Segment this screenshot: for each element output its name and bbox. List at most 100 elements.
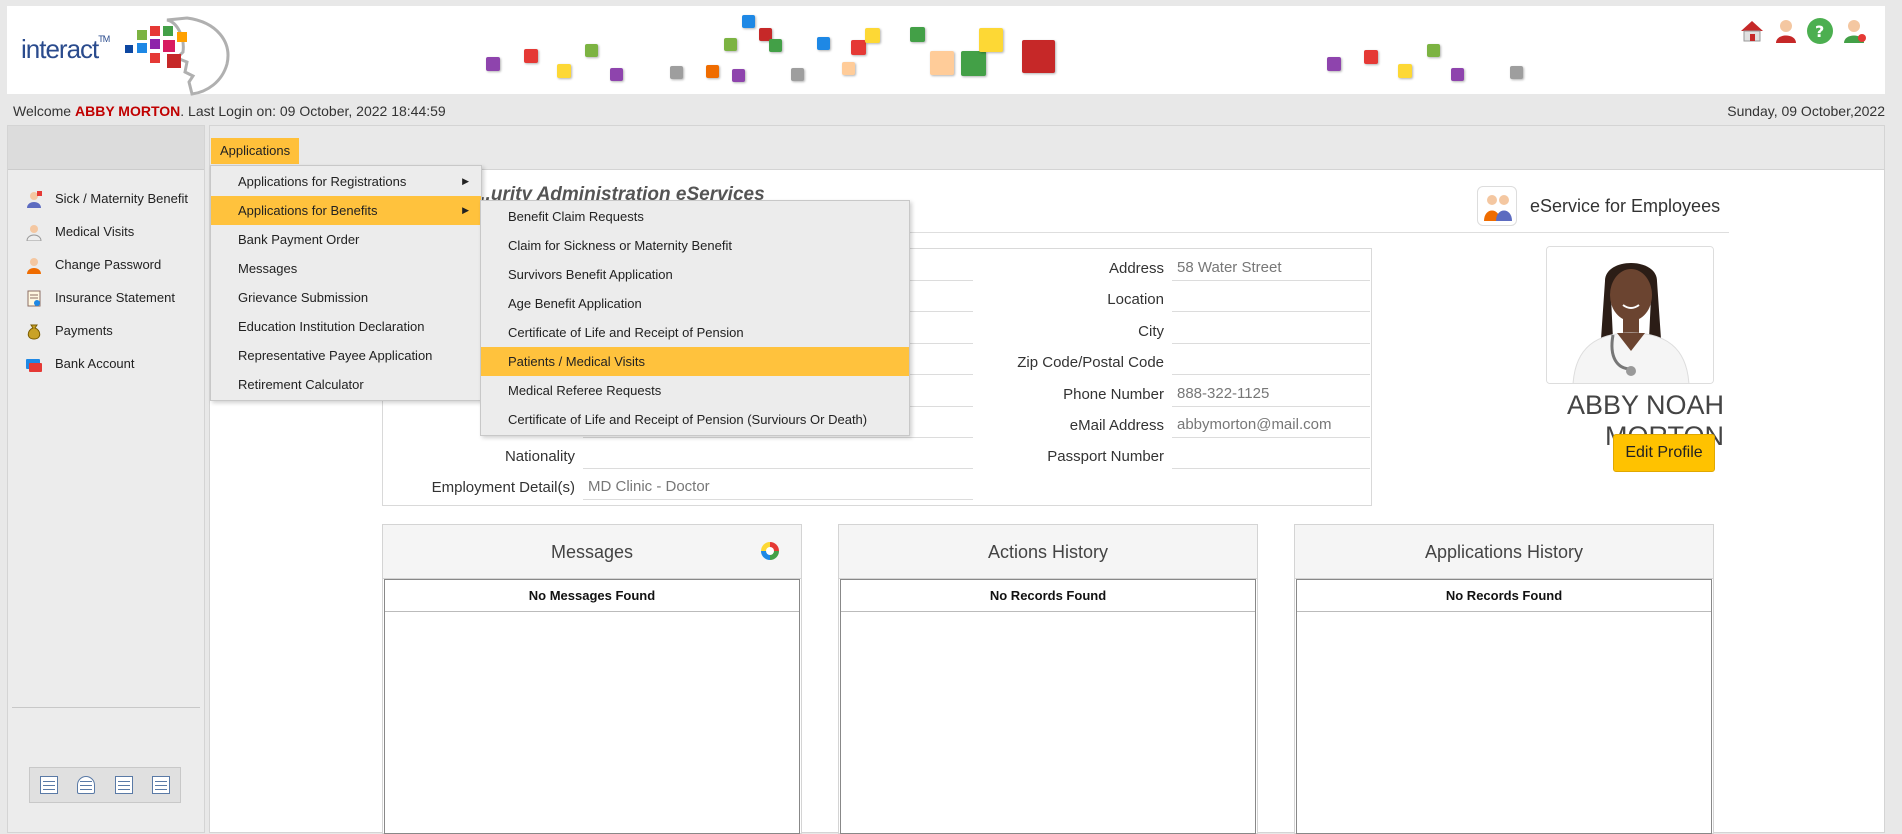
sidebar-item-change-password[interactable]: Change Password <box>8 248 204 281</box>
sidebar-header <box>8 126 204 170</box>
edit-profile-button[interactable]: Edit Profile <box>1613 434 1715 472</box>
panel-title: Applications History <box>1424 542 1584 562</box>
sidebar-item-label: Insurance Statement <box>55 290 175 305</box>
logout-icon[interactable] <box>1841 18 1867 44</box>
top-icons: ? <box>1739 18 1867 44</box>
sick-benefit-icon <box>25 190 43 208</box>
panel-body: No Messages Found <box>384 579 800 834</box>
eservice-header: eService for Employees <box>1477 186 1720 226</box>
svg-text:?: ? <box>1815 22 1824 41</box>
panel-header: Messages <box>383 525 801 579</box>
layout-icon[interactable] <box>152 776 171 794</box>
money-bag-icon <box>25 322 43 340</box>
last-login-text: . Last Login on: 09 October, 2022 18:44:… <box>180 103 446 119</box>
interact-logo: interactTM <box>17 12 232 96</box>
panel-title: Actions History <box>987 542 1109 562</box>
field-label: Passport Number <box>1047 448 1164 465</box>
profile-field-address: Address 58 Water Street <box>983 253 1370 281</box>
submenu-item-survivors-benefit[interactable]: Survivors Benefit Application <box>481 260 909 289</box>
profile-field-city: City <box>983 316 1370 344</box>
submenu-item-medical-referee[interactable]: Medical Referee Requests <box>481 376 909 405</box>
employees-icon <box>1477 186 1517 226</box>
logo-text: interactTM <box>21 34 110 64</box>
logo-trademark: TM <box>98 34 110 44</box>
panel-title: Messages <box>550 542 634 562</box>
layout-icon[interactable] <box>114 776 133 794</box>
sidebar-item-label: Bank Account <box>55 356 135 371</box>
menu-item-label: Messages <box>238 261 298 276</box>
profile-field-passport: Passport Number <box>983 441 1370 469</box>
statement-icon <box>25 289 43 307</box>
submenu-item-sickness-maternity[interactable]: Claim for Sickness or Maternity Benefit <box>481 231 909 260</box>
menu-item-benefits[interactable]: Applications for Benefits ▶ <box>211 196 481 225</box>
menu-item-label: Certificate of Life and Receipt of Pensi… <box>508 412 868 427</box>
field-label: Employment Detail(s) <box>431 479 575 496</box>
sidebar: Sick / Maternity Benefit Medical Visits … <box>7 125 205 833</box>
panel-header: Applications History <box>1295 525 1713 579</box>
sidebar-item-sick-maternity-benefit[interactable]: Sick / Maternity Benefit <box>8 182 204 215</box>
menu-item-label: Survivors Benefit Application <box>508 267 673 282</box>
menu-item-retirement-calculator[interactable]: Retirement Calculator <box>211 370 481 399</box>
sidebar-item-label: Payments <box>55 323 113 338</box>
sidebar-item-medical-visits[interactable]: Medical Visits <box>8 215 204 248</box>
menu-item-label: Medical Referee Requests <box>508 383 662 398</box>
field-value <box>1172 284 1370 312</box>
welcome-bar: Welcome ABBY MORTON. Last Login on: 09 O… <box>0 100 1885 122</box>
profile-field-email: eMail Address abbymorton@mail.com <box>983 410 1370 438</box>
menu-item-representative-payee[interactable]: Representative Payee Application <box>211 341 481 370</box>
menu-item-label: Age Benefit Application <box>508 296 642 311</box>
menu-item-education-declaration[interactable]: Education Institution Declaration <box>211 312 481 341</box>
user-key-icon <box>25 256 43 274</box>
empty-message: No Records Found <box>841 580 1255 612</box>
field-value: abbymorton@mail.com <box>1172 410 1370 438</box>
menu-item-messages[interactable]: Messages <box>211 254 481 283</box>
menu-item-label: Applications for Registrations <box>238 174 407 189</box>
tab-bar: Applications <box>210 126 1884 170</box>
menu-item-registrations[interactable]: Applications for Registrations ▶ <box>211 167 481 196</box>
field-label: Phone Number <box>1063 386 1164 403</box>
refresh-icon[interactable] <box>761 542 779 560</box>
field-label: eMail Address <box>1069 417 1164 434</box>
avatar <box>1546 246 1714 384</box>
sidebar-item-label: Change Password <box>55 257 162 272</box>
user-settings-icon[interactable] <box>77 776 96 794</box>
panel-body: No Records Found <box>840 579 1256 834</box>
submenu-item-patients-medical-visits[interactable]: Patients / Medical Visits <box>481 347 909 376</box>
menu-item-label: Retirement Calculator <box>238 377 364 392</box>
empty-message: No Records Found <box>1297 580 1711 612</box>
home-icon[interactable] <box>1739 18 1765 44</box>
sidebar-item-payments[interactable]: Payments <box>8 314 204 347</box>
submenu-item-certificate-survivors[interactable]: Certificate of Life and Receipt of Pensi… <box>481 405 909 434</box>
avatar-photo <box>1547 247 1713 383</box>
profile-field-nationality: Nationality <box>383 441 973 469</box>
menu-item-grievance[interactable]: Grievance Submission <box>211 283 481 312</box>
field-label: City <box>1138 323 1164 340</box>
layout-icon[interactable] <box>39 776 58 794</box>
applications-history-panel: Applications History No Records Found <box>1294 524 1714 834</box>
menu-item-label: Patients / Medical Visits <box>508 354 646 369</box>
sidebar-divider <box>12 707 200 708</box>
welcome-username: ABBY MORTON <box>74 103 181 119</box>
profile-field-employment: Employment Detail(s) MD Clinic - Doctor <box>383 472 973 500</box>
submenu-item-certificate-of-life[interactable]: Certificate of Life and Receipt of Pensi… <box>481 318 909 347</box>
menu-item-label: Benefit Claim Requests <box>508 209 644 224</box>
user-profile-icon[interactable] <box>1773 18 1799 44</box>
menu-item-label: Claim for Sickness or Maternity Benefit <box>508 238 732 253</box>
field-value: 888-322-1125 <box>1172 379 1370 407</box>
menu-item-label: Bank Payment Order <box>238 232 360 247</box>
field-label: Zip Code/Postal Code <box>1017 354 1164 371</box>
actions-history-panel: Actions History No Records Found <box>838 524 1258 834</box>
menu-item-label: Representative Payee Application <box>238 348 433 363</box>
current-date: Sunday, 09 October,2022 <box>1727 103 1885 119</box>
sidebar-item-label: Sick / Maternity Benefit <box>55 191 188 206</box>
submenu-item-age-benefit[interactable]: Age Benefit Application <box>481 289 909 318</box>
field-label: Location <box>1107 291 1164 308</box>
submenu-item-benefit-claim-requests[interactable]: Benefit Claim Requests <box>481 202 909 231</box>
help-icon[interactable]: ? <box>1807 18 1833 44</box>
menu-item-bank-payment-order[interactable]: Bank Payment Order <box>211 225 481 254</box>
tab-applications[interactable]: Applications <box>211 138 300 164</box>
sidebar-item-bank-account[interactable]: Bank Account <box>8 347 204 380</box>
field-value <box>1172 316 1370 344</box>
field-label: Nationality <box>504 448 575 465</box>
sidebar-item-insurance-statement[interactable]: Insurance Statement <box>8 281 204 314</box>
